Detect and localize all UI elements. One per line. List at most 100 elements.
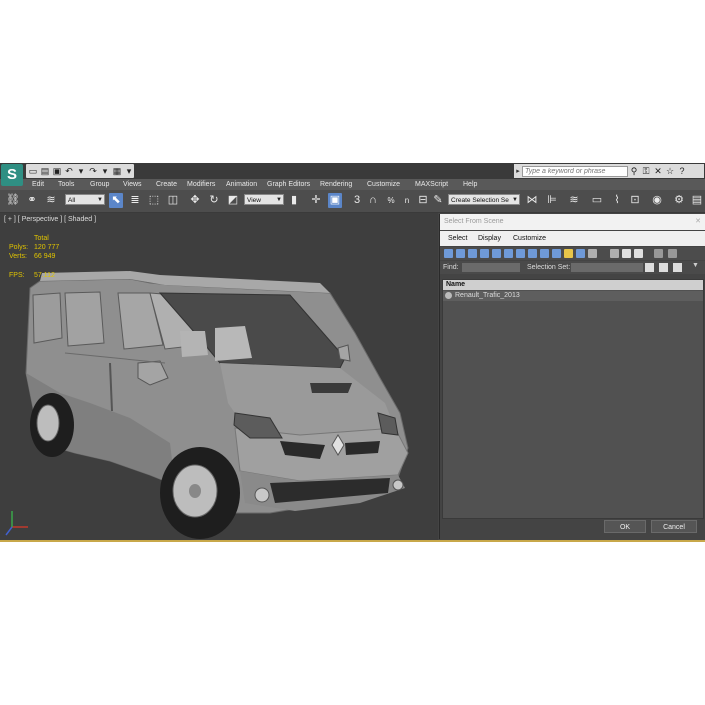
project-folder-icon[interactable]: ▦ [112, 166, 122, 176]
spinner-snap-icon[interactable]: n [400, 193, 414, 208]
dialog-title: Select From Scene [444, 218, 504, 225]
options-arrow-icon[interactable]: ▼ [692, 262, 699, 269]
select-all-icon[interactable] [610, 249, 619, 258]
dialog-menu-display[interactable]: Display [478, 231, 501, 246]
filter-xrefs-icon[interactable] [528, 249, 537, 258]
filter-shapes-icon[interactable] [456, 249, 465, 258]
named-selection-sets-dropdown[interactable]: Create Selection Se ▼ [448, 194, 520, 205]
menu-animation[interactable]: Animation [226, 179, 257, 190]
link-icon[interactable]: ⛓ [6, 193, 20, 208]
layer-manager-icon[interactable]: ≋ [567, 193, 581, 208]
selection-set-add-icon[interactable] [659, 263, 668, 272]
window-crossing-icon[interactable]: ◫ [166, 193, 180, 208]
filter-icon[interactable] [654, 249, 663, 258]
pivot-center-icon[interactable]: ▮ [287, 193, 301, 208]
select-object-icon[interactable]: ⬉ [109, 193, 123, 208]
graphite-ribbon-icon[interactable]: ▭ [590, 193, 604, 208]
align-icon[interactable]: ⊫ [545, 193, 559, 208]
menu-maxscript[interactable]: MAXScript [415, 179, 448, 190]
selection-set-save-icon[interactable] [645, 263, 654, 272]
select-manipulate-icon[interactable]: ✛ [309, 193, 323, 208]
viewport-label[interactable]: [ + ] [ Perspective ] [ Shaded ] [4, 216, 96, 223]
menu-help[interactable]: Help [463, 179, 477, 190]
curve-editor-icon[interactable]: ⌇ [610, 193, 624, 208]
menu-rendering[interactable]: Rendering [320, 179, 352, 190]
move-icon[interactable]: ✥ [188, 193, 202, 208]
render-setup-icon[interactable]: ⚙ [672, 193, 686, 208]
select-none-icon[interactable] [622, 249, 631, 258]
bind-space-warp-icon[interactable]: ≋ [44, 193, 58, 208]
percent-snap-icon[interactable]: % [384, 193, 398, 208]
filter-cameras-icon[interactable] [480, 249, 489, 258]
keyboard-shortcut-override-icon[interactable]: ▣ [328, 193, 342, 208]
menu-modifiers[interactable]: Modifiers [187, 179, 215, 190]
reference-coordinate-dropdown[interactable]: View ▼ [244, 194, 284, 205]
filter-helpers-icon[interactable] [492, 249, 501, 258]
menu-group[interactable]: Group [90, 179, 109, 190]
perspective-viewport[interactable]: [ + ] [ Perspective ] [ Shaded ] Total P… [0, 213, 438, 540]
rectangular-selection-icon[interactable]: ⬚ [147, 193, 161, 208]
scale-icon[interactable]: ◩ [226, 193, 240, 208]
star-icon[interactable]: ☆ [664, 166, 676, 177]
filter-geometry-icon[interactable] [444, 249, 453, 258]
rotate-icon[interactable]: ↻ [207, 193, 221, 208]
stats-fps-label: FPS: [9, 272, 25, 279]
dropdown-arrow-icon[interactable]: ▾ [100, 166, 110, 176]
tools-icon[interactable]: ✕ [652, 166, 664, 177]
search-input[interactable] [522, 165, 628, 177]
redo-icon[interactable]: ↷ [88, 166, 98, 176]
filter-spacewarps-icon[interactable] [504, 249, 513, 258]
display-children-icon[interactable] [588, 249, 597, 258]
van-3d-model [5, 271, 409, 539]
filter-frozen-icon[interactable] [564, 249, 573, 258]
filter-bones-icon[interactable] [540, 249, 549, 258]
unlink-icon[interactable]: ⚭ [25, 193, 39, 208]
expand-arrow-icon[interactable]: ▸ [514, 167, 522, 175]
filter-groups-icon[interactable] [516, 249, 525, 258]
undo-icon[interactable]: ↶ [64, 166, 74, 176]
angle-snap-icon[interactable]: ∩ [366, 193, 380, 208]
schematic-view-icon[interactable]: ⊡ [628, 193, 642, 208]
filter-containers-icon[interactable] [552, 249, 561, 258]
percent-snap-value: % [387, 196, 395, 205]
scene-object-list[interactable]: Name Renault_Trafic_2013 [442, 279, 704, 519]
material-editor-icon[interactable]: ◉ [650, 193, 664, 208]
menu-views[interactable]: Views [123, 179, 142, 190]
open-file-icon[interactable]: ▤ [40, 166, 50, 176]
menu-create[interactable]: Create [156, 179, 177, 190]
list-item[interactable]: Renault_Trafic_2013 [443, 291, 703, 301]
dialog-menu-customize[interactable]: Customize [513, 231, 546, 246]
menu-edit[interactable]: Edit [32, 179, 44, 190]
close-icon[interactable]: ✕ [694, 218, 702, 226]
new-file-icon[interactable]: ▭ [28, 166, 38, 176]
select-invert-icon[interactable] [634, 249, 643, 258]
render-frame-icon[interactable]: ▤ [690, 193, 704, 208]
find-input[interactable] [462, 263, 520, 272]
column-header-name[interactable]: Name [443, 280, 703, 290]
selection-set-remove-icon[interactable] [673, 263, 682, 272]
snaps-toggle-icon[interactable]: 3 [350, 193, 364, 208]
save-icon[interactable]: ▣ [52, 166, 62, 176]
edit-named-selection-icon[interactable]: ⊟ [416, 193, 430, 208]
selection-set-dropdown[interactable] [571, 263, 643, 272]
dialog-menu-select[interactable]: Select [448, 231, 467, 246]
dropdown-arrow-icon[interactable]: ▾ [76, 166, 86, 176]
app-logo-button[interactable]: S [1, 164, 23, 186]
menu-customize[interactable]: Customize [367, 179, 400, 190]
selection-filter-dropdown[interactable]: All ▼ [65, 194, 105, 205]
menu-graph-editors[interactable]: Graph Editors [267, 179, 310, 190]
filter-hidden-icon[interactable] [576, 249, 585, 258]
cancel-button[interactable]: Cancel [651, 520, 697, 533]
binoculars-icon[interactable]: ⚲ [628, 166, 640, 177]
menu-tools[interactable]: Tools [58, 179, 74, 190]
ok-button[interactable]: OK [604, 520, 646, 533]
dialog-title-bar[interactable]: Select From Scene ✕ [440, 214, 705, 230]
dropdown-arrow-icon[interactable]: ▾ [124, 166, 134, 176]
mirror-icon[interactable]: ⋈ [525, 193, 539, 208]
filter-lights-icon[interactable] [468, 249, 477, 258]
help-icon[interactable]: ? [676, 166, 688, 176]
key-icon[interactable]: ⚿ [640, 166, 652, 177]
select-by-name-icon[interactable]: ≣ [128, 193, 142, 208]
abc-icon[interactable]: ✎ [431, 193, 445, 208]
sort-icon[interactable] [668, 249, 677, 258]
